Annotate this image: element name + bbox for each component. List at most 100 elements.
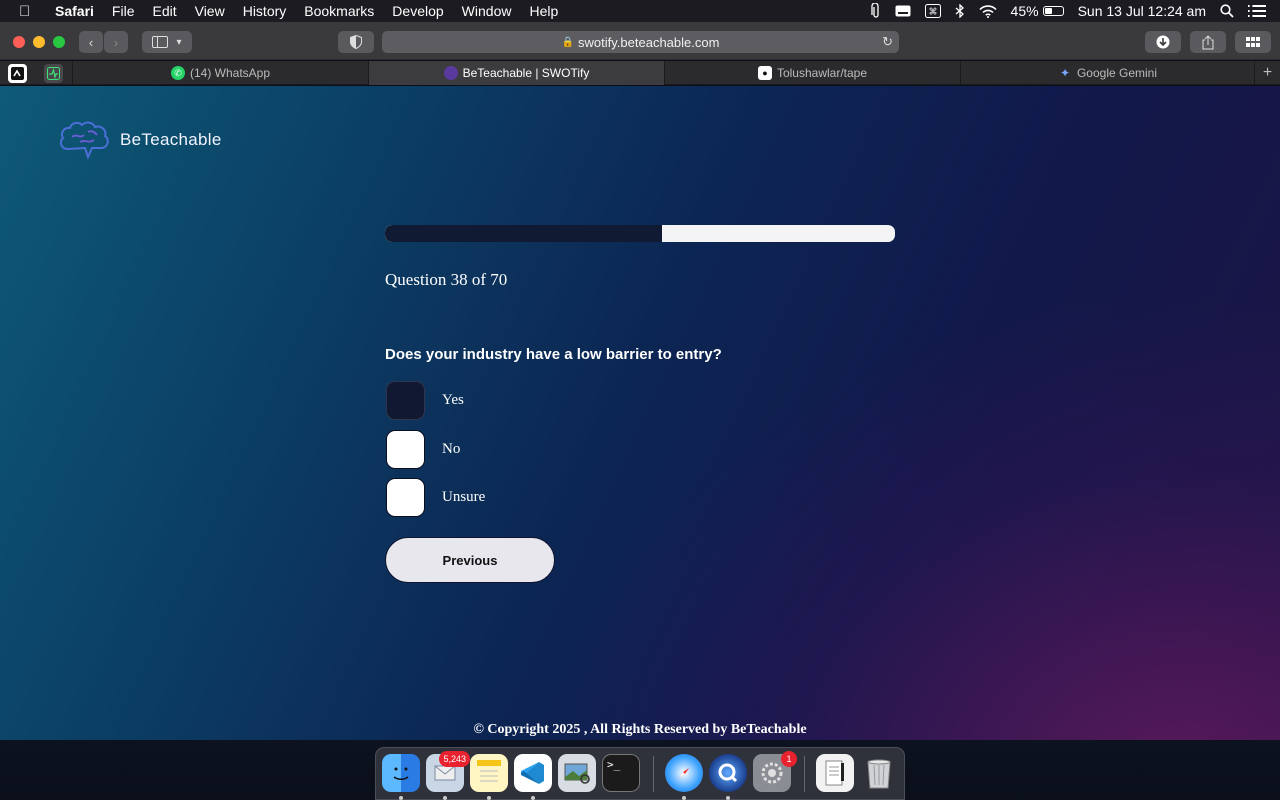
menu-app-name[interactable]: Safari <box>55 3 94 19</box>
previous-button[interactable]: Previous <box>385 537 555 583</box>
textedit-icon[interactable] <box>816 754 854 792</box>
tab-title: (14) WhatsApp <box>189 66 271 80</box>
battery-fill <box>1044 8 1053 14</box>
share-icon <box>1202 34 1214 49</box>
reload-icon[interactable]: ↻ <box>882 34 893 50</box>
system-preferences-icon[interactable]: 1 <box>753 751 797 792</box>
tab-beteachable[interactable]: BeTeachable | SWOTify <box>368 61 664 85</box>
settings-badge: 1 <box>781 751 797 767</box>
tab-title: BeTeachable | SWOTify <box>462 66 590 80</box>
trash-icon[interactable] <box>860 754 898 792</box>
svg-text:⌘: ⌘ <box>928 8 937 18</box>
download-icon <box>1156 35 1170 49</box>
option-checkbox[interactable] <box>386 381 425 420</box>
question-text: Does your industry have a low barrier to… <box>385 346 722 363</box>
menu-window[interactable]: Window <box>462 3 512 19</box>
minimize-window-button[interactable] <box>33 36 45 48</box>
running-indicator <box>531 796 535 800</box>
address-bar[interactable]: 🔒 swotify.beteachable.com ↻ <box>382 31 899 53</box>
paperclip-icon[interactable] <box>870 3 881 19</box>
answer-option-unsure[interactable]: Unsure <box>386 478 485 517</box>
tab-overview-button[interactable] <box>1235 31 1271 53</box>
sidebar-icon <box>152 36 169 48</box>
tab-github[interactable]: ● Tolushawlar/tape <box>664 61 960 85</box>
running-indicator <box>399 796 403 800</box>
menubar-clock[interactable]: Sun 13 Jul 12:24 am <box>1078 3 1206 19</box>
running-indicator <box>726 796 730 800</box>
tab-title: Google Gemini <box>1076 66 1158 80</box>
pinned-tab-2[interactable] <box>44 64 63 83</box>
dock-separator <box>804 756 805 792</box>
command-key-icon[interactable]: ⌘ <box>924 4 941 18</box>
tab-title: Tolushawlar/tape <box>776 66 868 80</box>
beteachable-icon <box>443 66 458 80</box>
copyright-footer: © Copyright 2025 , All Rights Reserved b… <box>473 722 807 737</box>
gemini-icon: ✦ <box>1059 66 1070 80</box>
keyboard-icon[interactable] <box>895 5 911 17</box>
tab-bar: ✆ (14) WhatsApp BeTeachable | SWOTify ● … <box>0 61 1280 85</box>
preview-icon[interactable] <box>558 754 596 792</box>
share-button[interactable] <box>1190 31 1226 53</box>
running-indicator <box>487 796 491 800</box>
notes-icon[interactable] <box>470 754 508 792</box>
finder-icon[interactable] <box>382 754 420 792</box>
menu-edit[interactable]: Edit <box>152 3 176 19</box>
menu-help[interactable]: Help <box>529 3 558 19</box>
dock-separator <box>653 756 654 792</box>
dock: 5,243 >_ 1 <box>375 747 905 800</box>
pinned-activity-icon <box>47 67 60 80</box>
whatsapp-icon: ✆ <box>170 66 185 80</box>
address-url: swotify.beteachable.com <box>578 34 720 50</box>
safari-icon[interactable] <box>665 754 703 792</box>
spotlight-search-icon[interactable] <box>1220 4 1234 18</box>
quiz-progress-fill <box>385 225 662 242</box>
shield-icon <box>350 35 362 49</box>
tab-whatsapp[interactable]: ✆ (14) WhatsApp <box>72 61 368 85</box>
close-window-button[interactable] <box>13 36 25 48</box>
quicktime-icon[interactable] <box>709 754 747 792</box>
tab-gemini[interactable]: ✦ Google Gemini <box>960 61 1254 85</box>
pinned-tab-1[interactable] <box>8 64 27 83</box>
menu-develop[interactable]: Develop <box>392 3 443 19</box>
chevron-left-icon: ‹ <box>88 34 94 50</box>
battery-status[interactable]: 45% <box>1011 3 1064 19</box>
apple-icon[interactable]:  <box>19 3 37 20</box>
menubar:  Safari File Edit View History Bookmark… <box>0 0 1280 22</box>
menu-file[interactable]: File <box>112 3 135 19</box>
chevron-down-icon: ▾ <box>176 36 182 48</box>
option-checkbox[interactable] <box>386 430 425 469</box>
option-label: Yes <box>442 392 464 408</box>
chevron-right-icon: › <box>113 34 119 50</box>
menu-view[interactable]: View <box>195 3 225 19</box>
option-label: No <box>442 441 461 457</box>
github-icon: ● <box>757 66 772 80</box>
new-tab-button[interactable]: + <box>1254 61 1280 85</box>
back-button[interactable]: ‹ <box>79 31 103 53</box>
fullscreen-window-button[interactable] <box>53 36 65 48</box>
brain-chat-logo-icon <box>59 121 109 160</box>
privacy-report-button[interactable] <box>338 31 374 53</box>
menu-bookmarks[interactable]: Bookmarks <box>304 3 374 19</box>
vscode-icon[interactable] <box>514 754 552 792</box>
control-center-icon[interactable] <box>1248 4 1266 18</box>
wifi-icon[interactable] <box>978 4 997 18</box>
lock-icon: 🔒 <box>561 36 575 48</box>
mail-icon[interactable]: 5,243 <box>426 751 470 792</box>
downloads-button[interactable] <box>1145 31 1181 53</box>
terminal-icon[interactable]: >_ <box>602 754 640 792</box>
brand-name: BeTeachable <box>120 130 222 149</box>
battery-icon <box>1042 6 1064 16</box>
brand-logo[interactable]: BeTeachable <box>58 119 222 161</box>
menubar-status-area: ⌘ 45% Sun 13 Jul 12:24 am <box>870 0 1280 22</box>
browser-toolbar: ‹ › ▾ 🔒 swotify.beteachable.com ↻ <box>0 22 1280 60</box>
menu-history[interactable]: History <box>243 3 287 19</box>
option-checkbox[interactable] <box>386 478 425 517</box>
running-indicator <box>443 796 447 800</box>
forward-button[interactable]: › <box>104 31 128 53</box>
answer-option-no[interactable]: No <box>386 430 460 469</box>
quiz-progress-bar <box>385 225 895 242</box>
sidebar-toggle-button[interactable]: ▾ <box>142 31 192 53</box>
bluetooth-icon[interactable] <box>955 4 965 18</box>
option-label: Unsure <box>442 489 486 505</box>
answer-option-yes[interactable]: Yes <box>386 381 464 420</box>
